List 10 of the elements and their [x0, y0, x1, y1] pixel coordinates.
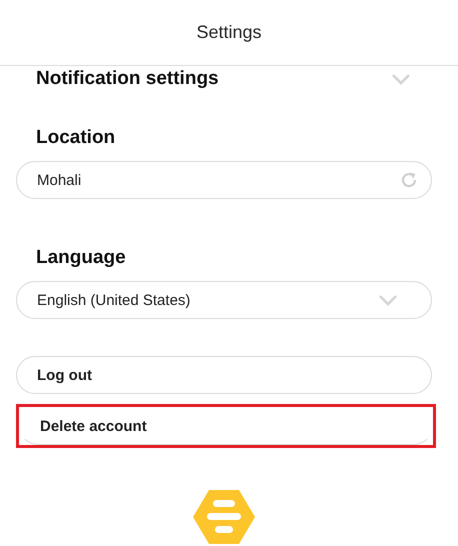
section-title[interactable]: Notification settings: [16, 68, 219, 90]
page-title: Settings: [196, 22, 262, 43]
logout-button[interactable]: Log out: [16, 356, 432, 394]
section-title: Language: [35, 247, 127, 269]
chevron-down-icon: [379, 294, 397, 306]
refresh-icon[interactable]: [399, 170, 419, 190]
chevron-down-icon: [392, 74, 410, 84]
language-dropdown[interactable]: English (United States): [16, 281, 432, 319]
location-field[interactable]: Mohali: [16, 161, 432, 199]
section-title: Location: [35, 127, 116, 149]
